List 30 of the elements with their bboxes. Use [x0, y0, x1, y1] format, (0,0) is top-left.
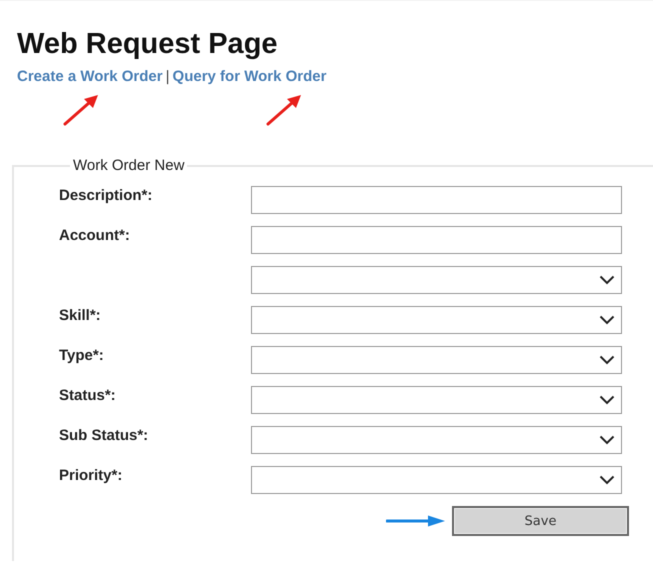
dropdown-field[interactable]: [251, 426, 622, 454]
dropdown-field[interactable]: [251, 466, 622, 494]
input-field[interactable]: [251, 186, 622, 214]
annotation-arrow-icon: [265, 93, 303, 127]
form-legend: Work Order New: [70, 157, 188, 174]
dropdown-field[interactable]: [251, 266, 622, 294]
field-label: Description*:: [59, 187, 152, 204]
chevron-down-icon: [599, 395, 615, 405]
annotation-arrow-icon: [62, 93, 100, 127]
field-label: Skill*:: [59, 307, 101, 324]
field-label: Status*:: [59, 387, 116, 404]
chevron-down-icon: [599, 475, 615, 485]
input-field[interactable]: [251, 226, 622, 254]
chevron-down-icon: [599, 275, 615, 285]
nav-link[interactable]: Create a Work Order: [17, 68, 163, 85]
chevron-down-icon: [599, 355, 615, 365]
chevron-down-icon: [599, 435, 615, 445]
field-label: Sub Status*:: [59, 427, 148, 444]
page-title: Web Request Page: [17, 27, 279, 61]
annotation-arrow-icon: [386, 515, 446, 527]
dropdown-field[interactable]: [251, 306, 622, 334]
field-label: Type*:: [59, 347, 104, 364]
save-button[interactable]: Save: [452, 506, 629, 536]
field-label: Account*:: [59, 227, 130, 244]
dropdown-field[interactable]: [251, 386, 622, 414]
chevron-down-icon: [599, 315, 615, 325]
field-label: Priority*:: [59, 467, 122, 484]
link-separator: |: [166, 68, 170, 85]
dropdown-field[interactable]: [251, 346, 622, 374]
nav-link[interactable]: Query for Work Order: [172, 68, 326, 85]
